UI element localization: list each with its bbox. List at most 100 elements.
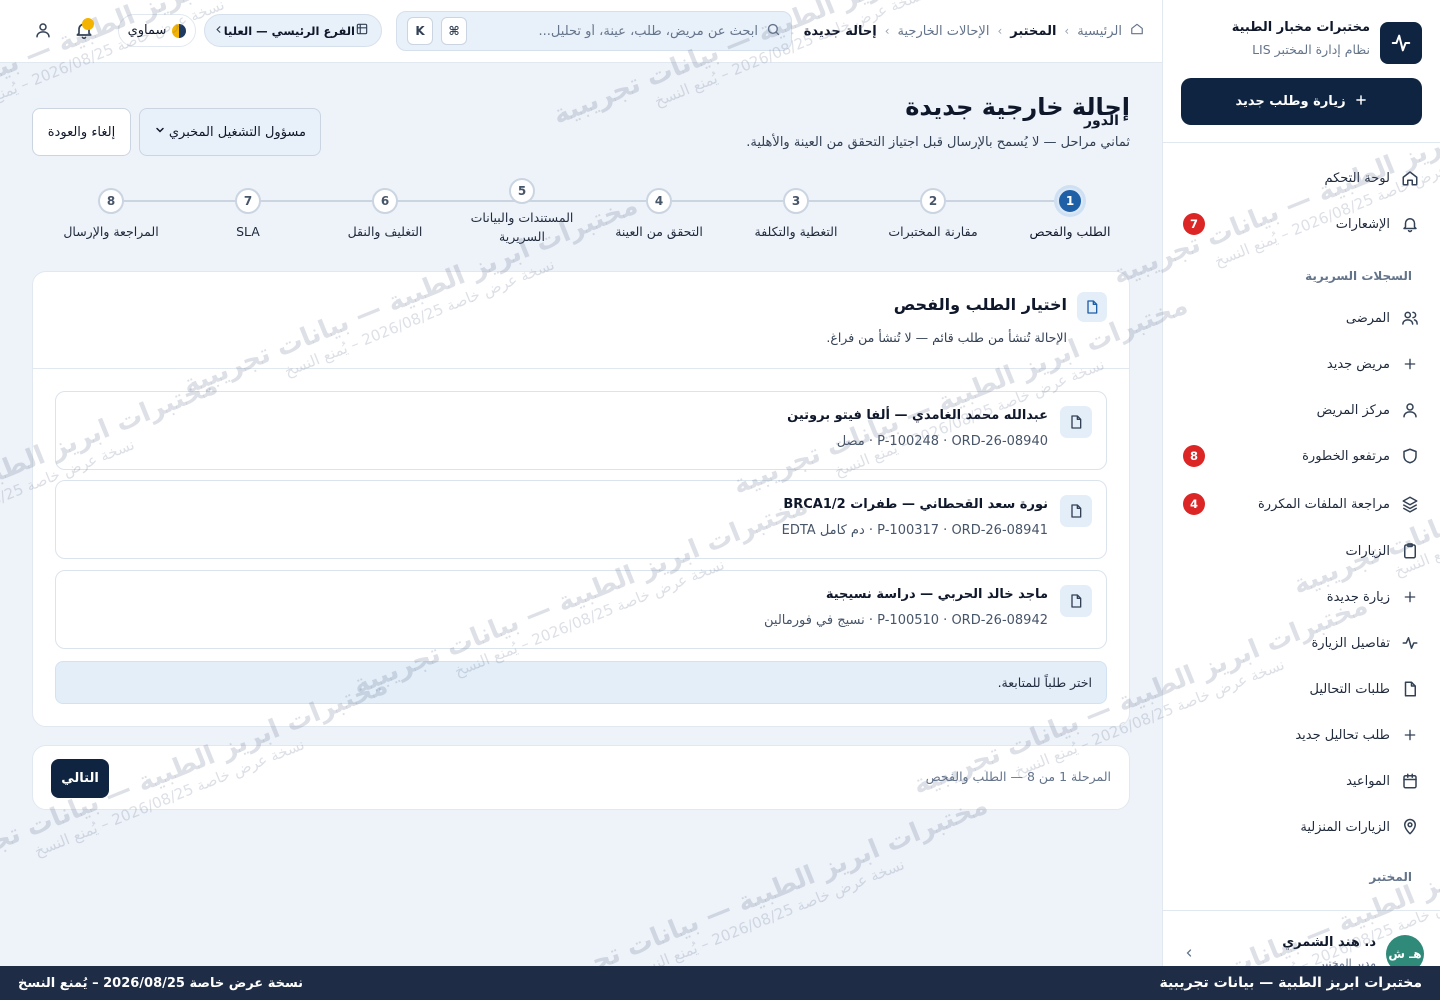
search-box[interactable]: ⌘ K xyxy=(396,11,792,51)
step-4[interactable]: 4 التحقق من العينة xyxy=(584,188,734,241)
order-item[interactable]: نورة سعد القحطاني — طفرات BRCA1/2 P-1003… xyxy=(55,480,1107,559)
breadcrumb-lab[interactable]: المختبر xyxy=(1010,24,1056,39)
theme-icon xyxy=(172,23,187,38)
step-label: التغطية والتكلفة xyxy=(754,224,838,239)
step-label: المستندات والبيانات السريرية xyxy=(470,210,574,244)
user-icon xyxy=(34,23,52,43)
sidebar-item-new-visit[interactable]: زيارة جديدة xyxy=(1183,577,1420,617)
sidebar-item-label: طلب تحاليل جديد xyxy=(1295,727,1390,743)
sidebar-item-test-orders[interactable]: طلبات التحاليل xyxy=(1183,669,1420,709)
step-7[interactable]: 7 SLA xyxy=(173,188,323,241)
high-risk-badge: 8 xyxy=(1183,445,1205,467)
stepper: 1 الطلب والفحص 2 مقارنة المختبرات 3 التغ… xyxy=(40,175,1130,255)
sidebar-item-label: مرتفعو الخطورة xyxy=(1302,448,1390,464)
sidebar-item-label: الزيارات المنزلية xyxy=(1300,819,1390,835)
sidebar-item-dashboard[interactable]: لوحة التحكم xyxy=(1183,158,1420,198)
clipboard-icon xyxy=(1400,541,1420,561)
sidebar-item-home-visits[interactable]: الزيارات المنزلية xyxy=(1183,807,1420,847)
search-input[interactable] xyxy=(475,12,758,50)
file-icon xyxy=(1060,585,1092,617)
topbar: الرئيسية › المختبر › الإحالات الخارجية ›… xyxy=(0,0,1162,63)
sidebar-item-patients[interactable]: المرضى xyxy=(1183,298,1420,338)
brand-subtitle: نظام إدارة المختبر LIS xyxy=(1252,42,1370,57)
notifications-button[interactable] xyxy=(72,18,94,44)
demo-banner-notice: نسخة عرض خاصة 2026/08/25 – يُمنع النسخ xyxy=(18,975,304,991)
activity-icon xyxy=(1400,633,1420,653)
sidebar-item-label: الزيارات xyxy=(1345,543,1390,559)
order-item[interactable]: ماجد خالد الحربي — دراسة نسيجية P-100510… xyxy=(55,570,1107,649)
step-6[interactable]: 6 التغليف والنقل xyxy=(310,188,460,241)
order-item[interactable]: عبدالله محمد الغامدي — ألفا فيتو بروتين … xyxy=(55,391,1107,470)
sidebar-item-patient-center[interactable]: مركز المريض xyxy=(1183,390,1420,430)
step-label: التحقق من العينة xyxy=(615,224,703,239)
kbd-k: K xyxy=(407,17,433,45)
cancel-button[interactable]: إلغاء والعودة xyxy=(32,108,131,156)
bell-icon xyxy=(74,23,94,44)
next-button[interactable]: التالي xyxy=(51,759,109,798)
sidebar-item-label: المواعيد xyxy=(1346,773,1390,789)
branch-selector[interactable]: الفرع الرئيسي — العليا xyxy=(204,14,382,47)
card-divider xyxy=(33,368,1129,369)
role-label: الدور xyxy=(1084,113,1119,129)
order-meta: P-100510 · ORD-26-08942 · نسيج في فورمال… xyxy=(764,613,1048,628)
layers-icon xyxy=(1400,494,1420,514)
breadcrumb-separator: › xyxy=(997,24,1003,38)
user-name: د. هند الشمري xyxy=(1282,935,1376,950)
sidebar-item-label: تفاصيل الزيارة xyxy=(1311,635,1390,651)
order-title: عبدالله محمد الغامدي — ألفا فيتو بروتين xyxy=(787,408,1048,423)
step-number: 8 xyxy=(98,188,124,214)
sidebar-item-label: مراجعة الملفات المكررة xyxy=(1258,496,1390,512)
plus-icon xyxy=(1400,354,1420,374)
sidebar-item-visit-details[interactable]: تفاصيل الزيارة xyxy=(1183,623,1420,663)
step-3[interactable]: 3 التغطية والتكلفة xyxy=(721,188,871,241)
notification-badge: 7 xyxy=(1183,213,1205,235)
sidebar-item-notifications[interactable]: الإشعارات 7 xyxy=(1183,204,1420,244)
step-number: 2 xyxy=(920,188,946,214)
step-label: التغليف والنقل xyxy=(347,224,423,239)
step-status: المرحلة 1 من 8 — الطلب والفحص xyxy=(925,769,1111,784)
sidebar-item-label: طلبات التحاليل xyxy=(1309,681,1390,697)
page-subtitle: ثماني مراحل — لا يُسمح بالإرسال قبل اجتي… xyxy=(746,135,1130,150)
branch-label: الفرع الرئيسي — العليا xyxy=(223,23,355,38)
home-icon xyxy=(1400,168,1420,188)
brand: مختبرات مخبار الطبية نظام إدارة المختبر … xyxy=(1180,20,1422,66)
sidebar-item-new-patient[interactable]: مريض جديد xyxy=(1183,344,1420,384)
home-outline-icon xyxy=(1130,22,1144,40)
user-card[interactable]: هـ ش د. هند الشمري مدير المختبر xyxy=(1163,910,1440,973)
breadcrumb-home[interactable]: الرئيسية xyxy=(1077,24,1122,39)
new-visit-button[interactable]: زيارة وطلب جديد xyxy=(1181,78,1422,125)
file-icon xyxy=(1400,679,1420,699)
demo-banner: مختبرات ابريز الطبية — بيانات تجريبية نس… xyxy=(0,966,1440,1000)
sidebar-nav: لوحة التحكم الإشعارات 7 السجلات السريرية… xyxy=(1163,155,1440,910)
step-1[interactable]: 1 الطلب والفحص xyxy=(995,188,1145,241)
card-subtitle: الإحالة تُنشأ من طلب قائم — لا تُنشأ من … xyxy=(826,330,1067,345)
profile-button[interactable] xyxy=(32,21,52,41)
user-icon xyxy=(1400,400,1420,420)
new-visit-label: زيارة وطلب جديد xyxy=(1235,94,1346,109)
sidebar-divider xyxy=(1163,142,1440,143)
sidebar-item-visits[interactable]: الزيارات xyxy=(1183,531,1420,571)
sidebar-item-label: الإشعارات xyxy=(1335,216,1390,232)
map-pin-icon xyxy=(1400,817,1420,837)
step-label: الطلب والفحص xyxy=(1029,224,1111,239)
breadcrumb: الرئيسية › المختبر › الإحالات الخارجية ›… xyxy=(804,22,1144,40)
plus-icon xyxy=(1400,725,1420,745)
sidebar-item-appointments[interactable]: المواعيد xyxy=(1183,761,1420,801)
chevron-left-icon xyxy=(1183,947,1195,963)
notification-dot xyxy=(82,18,94,30)
breadcrumb-external-referrals[interactable]: الإحالات الخارجية xyxy=(898,24,990,39)
sidebar-item-high-risk[interactable]: مرتفعو الخطورة 8 xyxy=(1183,436,1420,476)
sidebar-item-duplicate-review[interactable]: مراجعة الملفات المكررة 4 xyxy=(1183,484,1420,524)
plus-icon xyxy=(1354,93,1368,111)
step-8[interactable]: 8 المراجعة والإرسال xyxy=(36,188,186,241)
step-2[interactable]: 2 مقارنة المختبرات xyxy=(858,188,1008,241)
step-label: مقارنة المختبرات xyxy=(888,224,978,239)
step-5[interactable]: 5 المستندات والبيانات السريرية xyxy=(447,178,597,246)
sidebar-item-label: المرضى xyxy=(1345,310,1390,326)
duplicate-badge: 4 xyxy=(1183,493,1205,515)
plus-icon xyxy=(1400,587,1420,607)
breadcrumb-current: إحالة جديدة xyxy=(803,23,877,39)
sidebar-item-new-test-order[interactable]: طلب تحاليل جديد xyxy=(1183,715,1420,755)
role-select[interactable]: مسؤول التشغيل المخبري xyxy=(139,108,321,156)
theme-toggle[interactable]: سماوي xyxy=(118,14,196,47)
